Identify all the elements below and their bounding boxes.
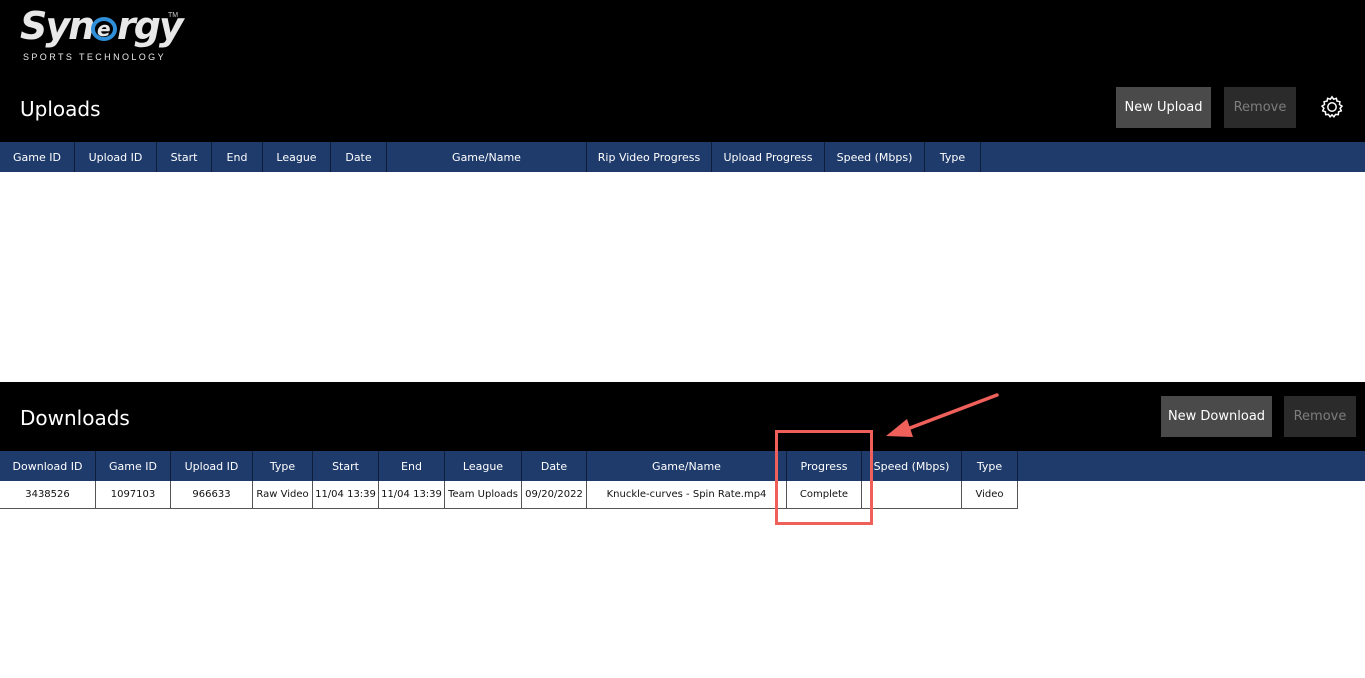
remove-upload-button[interactable]: Remove: [1224, 87, 1296, 128]
downloads-col-game-id[interactable]: Game ID: [96, 451, 171, 481]
svg-text:e: e: [97, 17, 111, 41]
downloads-title: Downloads: [20, 406, 130, 430]
cell-speed: [862, 481, 962, 509]
downloads-col-start[interactable]: Start: [313, 451, 379, 481]
annotation-highlight-box: [775, 430, 873, 525]
arrow-icon: [886, 393, 999, 437]
cell-start: 11/04 13:39: [313, 481, 379, 509]
downloads-col-download-id[interactable]: Download ID: [0, 451, 96, 481]
downloads-header: Downloads New Download Remove: [0, 382, 1365, 451]
cell-game-name: Knuckle-curves - Spin Rate.mp4: [587, 481, 787, 509]
uploads-header: Synergy e TM SPORTS TECHNOLOGY Uploads N…: [0, 0, 1365, 142]
uploads-col-start[interactable]: Start: [157, 142, 212, 172]
uploads-col-speed[interactable]: Speed (Mbps): [825, 142, 925, 172]
logo-tagline: SPORTS TECHNOLOGY: [23, 52, 166, 62]
logo-trademark: TM: [168, 12, 179, 19]
uploads-col-league[interactable]: League: [263, 142, 331, 172]
cell-end: 11/04 13:39: [379, 481, 445, 509]
downloads-col-type-2[interactable]: Type: [962, 451, 1018, 481]
uploads-col-end[interactable]: End: [212, 142, 263, 172]
uploads-col-game-id[interactable]: Game ID: [0, 142, 75, 172]
uploads-col-upload-progress[interactable]: Upload Progress: [712, 142, 825, 172]
new-upload-button[interactable]: New Upload: [1116, 87, 1211, 128]
uploads-title: Uploads: [20, 97, 101, 121]
downloads-col-game-name[interactable]: Game/Name: [587, 451, 787, 481]
new-download-button[interactable]: New Download: [1161, 396, 1272, 437]
uploads-col-date[interactable]: Date: [331, 142, 387, 172]
downloads-col-end[interactable]: End: [379, 451, 445, 481]
app-window: Synergy e TM SPORTS TECHNOLOGY Uploads N…: [0, 0, 1365, 678]
uploads-col-rip-progress[interactable]: Rip Video Progress: [587, 142, 712, 172]
cell-date: 09/20/2022: [522, 481, 587, 509]
downloads-col-speed[interactable]: Speed (Mbps): [862, 451, 962, 481]
downloads-table-header: Download ID Game ID Upload ID Type Start…: [0, 451, 1365, 481]
cell-league: Team Uploads: [445, 481, 522, 509]
cell-type-2: Video: [962, 481, 1018, 509]
uploads-col-game-name[interactable]: Game/Name: [387, 142, 587, 172]
uploads-table-header: Game ID Upload ID Start End League Date …: [0, 142, 1365, 172]
downloads-col-date[interactable]: Date: [522, 451, 587, 481]
downloads-col-league[interactable]: League: [445, 451, 522, 481]
downloads-col-upload-id[interactable]: Upload ID: [171, 451, 253, 481]
downloads-col-type[interactable]: Type: [253, 451, 313, 481]
gear-icon[interactable]: [1320, 95, 1344, 119]
synergy-logo: Synergy e TM SPORTS TECHNOLOGY: [20, 4, 190, 64]
cell-type: Raw Video: [253, 481, 313, 509]
cell-download-id: 3438526: [0, 481, 96, 509]
uploads-col-type[interactable]: Type: [925, 142, 981, 172]
cell-game-id: 1097103: [96, 481, 171, 509]
cell-upload-id: 966633: [171, 481, 253, 509]
uploads-col-upload-id[interactable]: Upload ID: [75, 142, 157, 172]
remove-download-button[interactable]: Remove: [1284, 396, 1356, 437]
logo-swirl-icon: e: [91, 17, 117, 41]
